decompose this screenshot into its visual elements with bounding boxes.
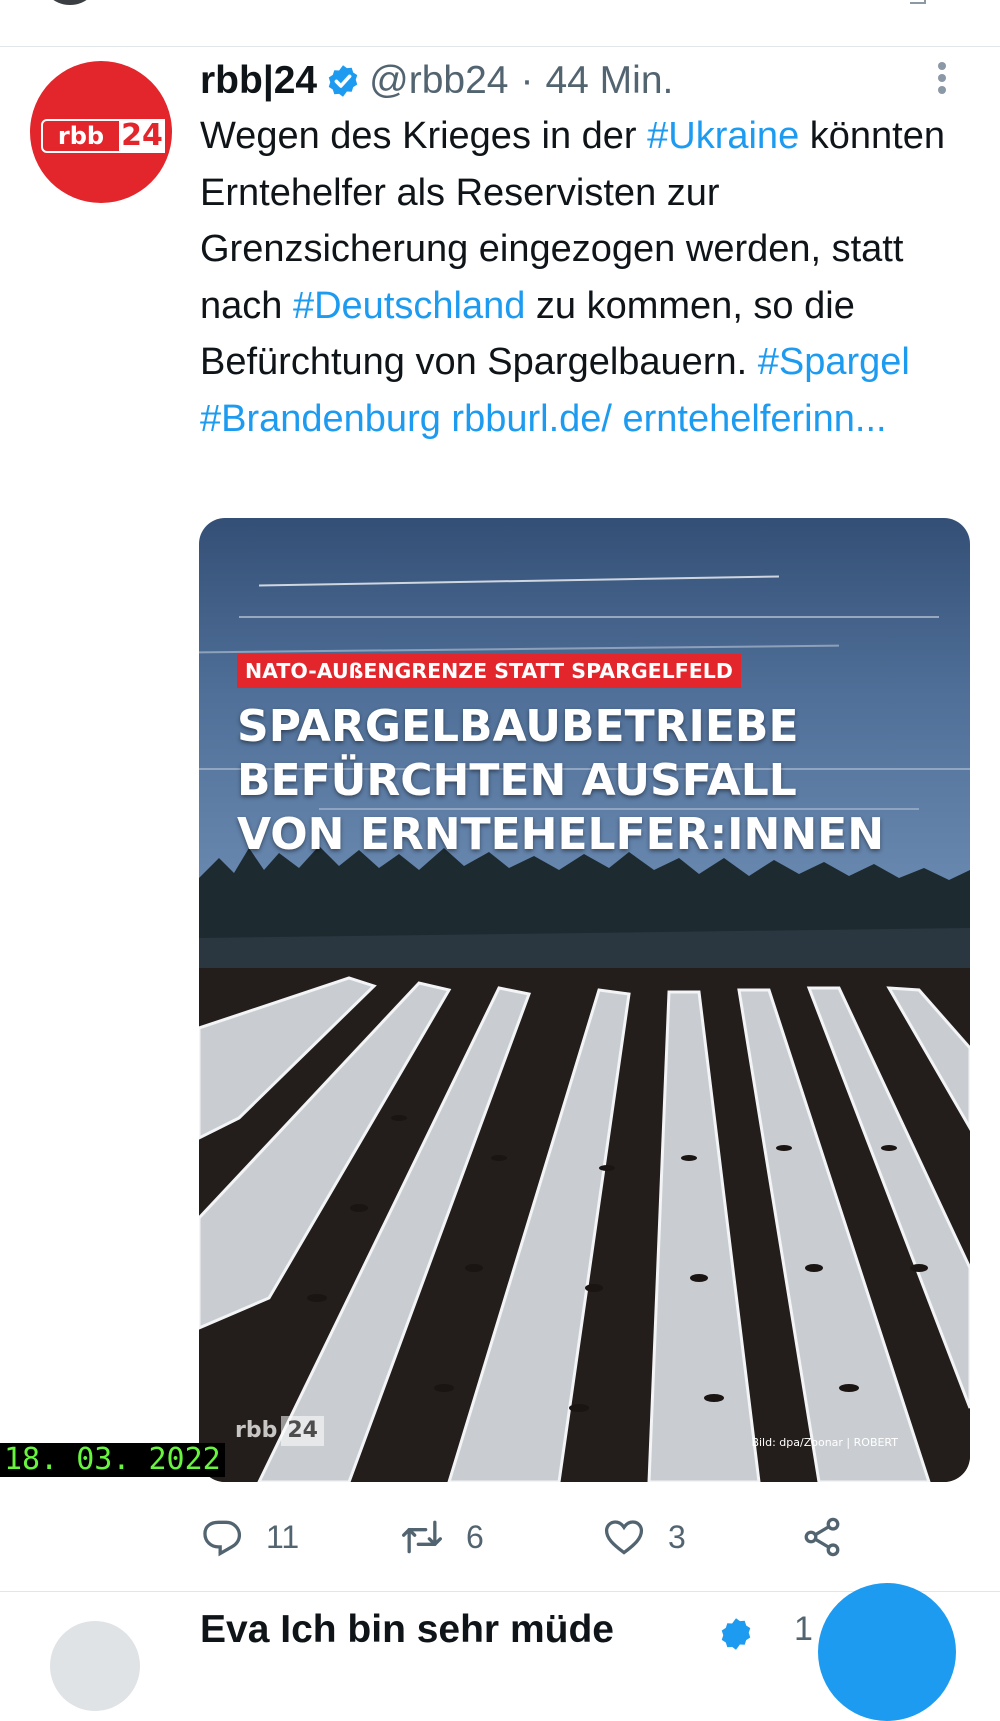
image-credit: Bild: dpa/Zoonar | ROBERT — [751, 1436, 898, 1449]
asparagus-field — [199, 968, 970, 1482]
sky-contrail — [199, 644, 839, 654]
more-dots-icon[interactable] — [936, 62, 948, 96]
reply-icon — [203, 1520, 242, 1557]
tweet-text-segment: Wegen des Krieges in der — [200, 115, 648, 157]
previous-tweet-avatar[interactable] — [40, 0, 100, 5]
hashtag-link[interactable]: #Spargel — [758, 341, 910, 383]
tweet-text: Wegen des Krieges in der #Ukraine könnte… — [200, 108, 980, 447]
next-tweet-author[interactable]: Eva Ich bin sehr müde — [200, 1608, 614, 1652]
media-headline: SPARGELBAUBETRIEBE BEFÜRCHTEN AUSFALL VO… — [237, 701, 885, 860]
verified-badge-icon — [325, 63, 361, 99]
tweet-text-segment — [441, 398, 452, 440]
tweet-header: rbb|24 @rbb24 · 44 Min. — [200, 56, 673, 106]
tweet-divider — [0, 1591, 1000, 1592]
media-watermark: rbb 24 — [235, 1416, 324, 1446]
reply-count: 11 — [266, 1518, 300, 1555]
hashtag-link[interactable]: #Deutschland — [293, 285, 525, 327]
share-icon — [804, 1517, 840, 1557]
tweet-divider — [0, 46, 1000, 47]
heart-icon — [604, 1520, 644, 1555]
tweet-media-image[interactable]: NATO-AUßENGRENZE STATT SPARGELFELD SPARG… — [199, 518, 970, 1482]
avatar[interactable]: rbb 24 — [30, 61, 172, 203]
retweet-count: 6 — [466, 1518, 484, 1555]
hashtag-link[interactable]: #Ukraine — [647, 115, 799, 157]
like-button[interactable]: 3 — [602, 1515, 686, 1559]
like-count: 3 — [668, 1518, 686, 1555]
hashtag-link[interactable]: #Brandenburg — [200, 398, 441, 440]
reply-button[interactable]: 11 — [200, 1515, 299, 1559]
retweet-button[interactable]: 6 — [400, 1515, 484, 1559]
previous-tweet-icon — [910, 0, 926, 4]
verified-badge-icon — [721, 1618, 751, 1650]
sky-contrail — [259, 575, 779, 587]
url-link[interactable]: rbburl.de/ erntehelferinn... — [451, 398, 886, 440]
next-tweet-count: 1 — [794, 1610, 813, 1648]
watermark-24: 24 — [281, 1416, 324, 1446]
sky-contrail — [239, 616, 939, 618]
watermark-rbb: rbb — [235, 1418, 278, 1443]
share-button[interactable] — [800, 1515, 866, 1559]
author-name[interactable]: rbb|24 — [200, 59, 317, 103]
retweet-icon — [402, 1520, 442, 1554]
header-separator: · — [520, 59, 534, 102]
avatar-logo-24: 24 — [119, 119, 165, 153]
avatar-logo-rbb: rbb — [41, 119, 121, 153]
media-kicker: NATO-AUßENGRENZE STATT SPARGELFELD — [237, 654, 741, 688]
next-tweet-avatar[interactable] — [50, 1621, 140, 1711]
author-handle[interactable]: @rbb24 — [369, 59, 508, 103]
compose-fab-button[interactable] — [818, 1583, 956, 1721]
date-stamp: 18. 03. 2022 — [0, 1443, 225, 1477]
tweet-timestamp[interactable]: 44 Min. — [545, 59, 673, 103]
